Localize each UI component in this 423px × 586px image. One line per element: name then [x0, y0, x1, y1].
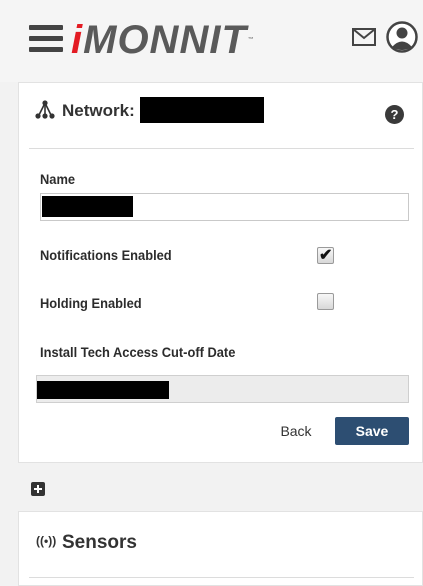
network-title-label: Network:: [62, 101, 135, 120]
notifications-enabled-label: Notifications Enabled: [40, 247, 172, 263]
network-name-redacted: [140, 97, 264, 123]
sensors-card: ((•)) Sensors: [18, 511, 423, 586]
header-divider: [29, 148, 414, 149]
sensors-title[interactable]: Sensors: [62, 532, 137, 554]
user-account-icon[interactable]: [386, 21, 418, 53]
back-button[interactable]: Back: [275, 417, 317, 445]
logo-trademark: ™: [247, 37, 255, 43]
name-value-redacted: [42, 196, 133, 217]
save-button[interactable]: Save: [335, 417, 409, 445]
mail-icon[interactable]: [352, 28, 376, 46]
checkmark-icon: ✔: [319, 247, 333, 264]
notifications-enabled-checkbox[interactable]: ✔: [317, 247, 334, 264]
logo-text: MONNIT: [83, 18, 247, 62]
network-settings-card: Network: ? Name Notifications Enabled ✔ …: [18, 82, 423, 463]
monnit-logo[interactable]: iMONNIT™: [71, 17, 255, 63]
plus-square-icon[interactable]: [31, 482, 45, 496]
holding-enabled-checkbox[interactable]: [317, 293, 334, 310]
cutoff-date-label: Install Tech Access Cut-off Date: [40, 344, 236, 360]
top-navigation-bar: iMONNIT™: [0, 0, 423, 82]
name-input[interactable]: [40, 193, 409, 221]
logo-i-mark: i: [71, 18, 84, 62]
card-header: Network: ?: [19, 83, 423, 149]
cutoff-date-input[interactable]: [36, 375, 409, 403]
hamburger-menu-icon[interactable]: [29, 25, 63, 53]
name-label: Name: [40, 171, 76, 187]
network-icon: [35, 100, 55, 119]
sensors-divider: [29, 577, 414, 578]
question-circle-icon[interactable]: ?: [385, 105, 404, 124]
holding-enabled-label: Holding Enabled: [40, 295, 142, 311]
broadcast-signal-icon: ((•)): [36, 534, 57, 548]
cutoff-date-redacted: [37, 381, 169, 399]
